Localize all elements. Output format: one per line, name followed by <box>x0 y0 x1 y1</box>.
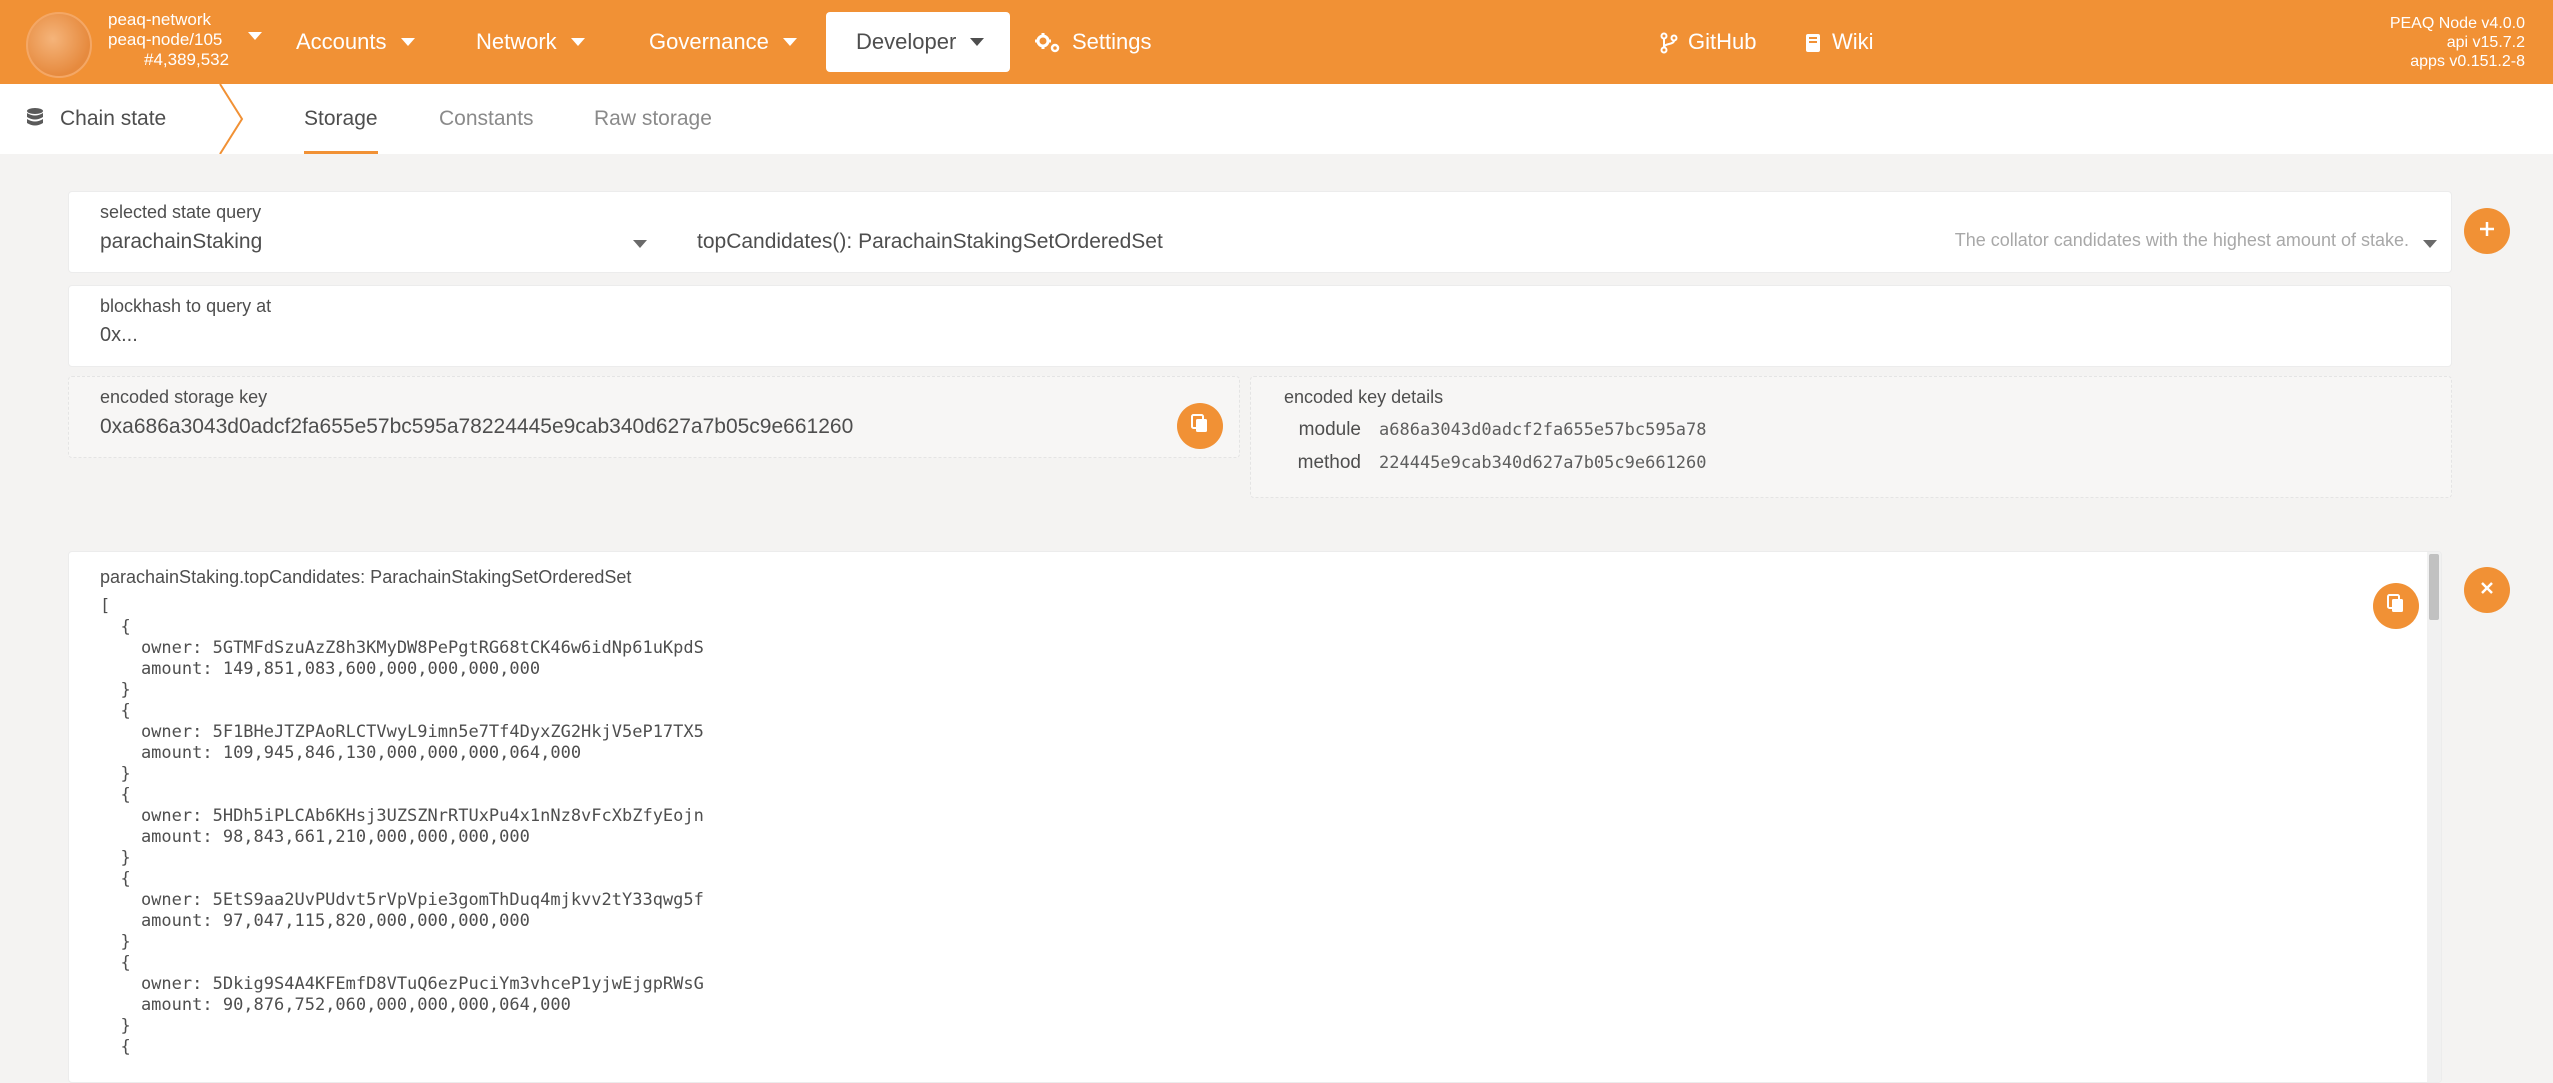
amount-value: 149,851,083,600,000,000,000,000 <box>222 659 541 679</box>
block-number: #4,389,532 <box>144 50 230 69</box>
nav-developer[interactable]: Developer <box>826 12 1011 72</box>
chevron-down-icon <box>400 38 415 47</box>
amount-value: 97,047,115,820,000,000,000,000 <box>222 911 530 931</box>
chain-name: peaq-network <box>108 10 212 29</box>
database-icon <box>27 108 43 126</box>
result-entry: { owner: 5GTMFdSzuAzZ8h3KMyDW8PePgtRG68t… <box>120 617 704 700</box>
code-branch-icon <box>1660 32 1678 54</box>
owner-value: 5F1BHeJTZPAoRLCTVwyL9imn5e7Tf4DyxZG2HkjV… <box>212 722 704 742</box>
tab-constants[interactable]: Constants <box>439 84 534 154</box>
copy-icon <box>2387 594 2403 613</box>
amount-value: 98,843,661,210,000,000,000,000 <box>222 827 530 847</box>
method-dropdown[interactable]: topCandidates(): ParachainStakingSetOrde… <box>697 230 1163 254</box>
module-label: module <box>1298 419 1361 440</box>
chevron-down-icon[interactable] <box>2423 240 2437 248</box>
book-icon <box>1806 34 1820 53</box>
nav-governance[interactable]: Governance <box>649 0 797 84</box>
close-icon <box>2481 582 2493 595</box>
method-value: 224445e9cab340d627a7b05c9e661260 <box>1379 453 1707 473</box>
encoded-key-details: encoded key details module a686a3043d0adc… <box>1250 376 2452 498</box>
result-title: parachainStaking.topCandidates: Parachai… <box>100 567 632 587</box>
module-value: a686a3043d0adcf2fa655e57bc595a78 <box>1379 420 1707 440</box>
copy-result-button[interactable] <box>2373 583 2419 629</box>
module-dropdown[interactable]: parachainStaking <box>100 230 262 254</box>
plus-icon <box>2480 222 2494 237</box>
copy-key-button[interactable] <box>1177 403 1223 449</box>
add-query-button[interactable] <box>2464 208 2510 254</box>
amount-value: 109,945,846,130,000,000,000,064,000 <box>222 743 582 763</box>
tab-storage[interactable]: Storage <box>304 84 378 154</box>
amount-value: 90,876,752,060,000,000,000,064,000 <box>222 995 571 1015</box>
encoded-storage-key: encoded storage key 0xa686a3043d0adcf2fa… <box>68 376 1240 458</box>
section-chain-state: Chain state <box>26 84 166 154</box>
chain-selector[interactable]: peaq-network peaq-node/105 #4,389,532 <box>108 10 262 70</box>
nav-developer-label: Developer <box>856 29 957 54</box>
chain-logo-icon[interactable] <box>26 12 92 78</box>
close-result-button[interactable] <box>2464 567 2510 613</box>
blockhash-field: blockhash to query at 0x... <box>68 285 2452 367</box>
chevron-down-icon <box>570 38 585 47</box>
nav-governance-label: Governance <box>649 29 769 54</box>
node-version-text: PEAQ Node v4.0.0 <box>2389 15 2525 32</box>
nav-accounts-label: Accounts <box>296 29 387 54</box>
state-query-label: selected state query <box>100 202 262 222</box>
result-entry: { owner: 5HDh5iPLCAb6KHsj3UZSZNrRTUxPu4x… <box>120 785 704 868</box>
nav-wiki-label: Wiki <box>1832 29 1874 54</box>
query-result: parachainStaking.topCandidates: Parachai… <box>68 551 2442 1083</box>
nav-settings-label: Settings <box>1072 29 1152 54</box>
nav-github-label: GitHub <box>1688 29 1757 54</box>
result-output: [ { owner: 5GTMFdSzuAzZ8h3KMyDW8PePgtRG6… <box>100 596 704 1057</box>
nav-network[interactable]: Network <box>476 0 585 84</box>
key-details-module: module a686a3043d0adcf2fa655e57bc595a78 <box>1251 419 1707 441</box>
blockhash-input[interactable]: 0x... <box>100 324 138 347</box>
state-query-selector: selected state query parachainStaking to… <box>68 191 2452 273</box>
owner-value: 5EtS9aa2UvPUdvt5rVpVpie3gomThDuq4mjkvv2t… <box>212 890 704 910</box>
chevron-down-icon[interactable] <box>633 240 647 248</box>
section-title: Chain state <box>60 107 167 130</box>
copy-icon <box>1191 414 1207 433</box>
gears-icon <box>1035 33 1060 53</box>
result-entry: { owner: 5Dkig9S4A4KFEmfD8VTuQ6ezPuciYm3… <box>120 953 704 1036</box>
owner-value: 5Dkig9S4A4KFEmfD8VTuQ6ezPuciYm3vhceP1yjw… <box>212 974 704 994</box>
nav-accounts[interactable]: Accounts <box>296 0 415 84</box>
method-description: The collator candidates with the highest… <box>1954 230 2409 250</box>
encoded-key-label: encoded storage key <box>100 387 268 407</box>
breadcrumb-chevron-icon <box>219 84 244 154</box>
chevron-down-icon <box>782 38 797 47</box>
result-entry: { owner: 5EtS9aa2UvPUdvt5rVpVpie3gomThDu… <box>120 869 704 952</box>
top-navbar: peaq-network peaq-node/105 #4,389,532 Ac… <box>0 0 2553 84</box>
result-scrollbar[interactable] <box>2427 552 2441 1082</box>
method-label: method <box>1297 452 1361 473</box>
key-details-method: method 224445e9cab340d627a7b05c9e661260 <box>1251 452 1707 474</box>
owner-value: 5HDh5iPLCAb6KHsj3UZSZNrRTUxPu4x1nNz8vFcX… <box>212 806 704 826</box>
open-bracket: [ <box>100 596 111 616</box>
version-info: PEAQ Node v4.0.0 api v15.7.2 apps v0.151… <box>2390 14 2525 71</box>
blockhash-label: blockhash to query at <box>100 296 272 316</box>
nav-network-label: Network <box>476 29 557 54</box>
result-entry: { owner: 5F1BHeJTZPAoRLCTVwyL9imn5e7Tf4D… <box>120 701 704 784</box>
node-version: peaq-node/105 <box>108 30 223 49</box>
chevron-down-icon <box>970 38 985 47</box>
sub-navbar: Chain state Storage Constants Raw storag… <box>0 84 2553 154</box>
tab-raw-storage[interactable]: Raw storage <box>594 84 712 154</box>
chevron-down-icon <box>248 32 262 40</box>
nav-wiki[interactable]: Wiki <box>1804 0 1874 84</box>
encoded-key-value: 0xa686a3043d0adcf2fa655e57bc595a78224445… <box>100 415 854 438</box>
scrollbar-thumb[interactable] <box>2429 554 2439 620</box>
api-version-text: api v15.7.2 <box>2446 34 2525 51</box>
nav-github[interactable]: GitHub <box>1660 0 1756 84</box>
owner-value: 5GTMFdSzuAzZ8h3KMyDW8PePgtRG68tCK46w6idN… <box>212 638 704 658</box>
key-details-label: encoded key details <box>1284 387 1444 407</box>
nav-settings[interactable]: Settings <box>1034 0 1152 84</box>
apps-version-text: apps v0.151.2-8 <box>2410 53 2525 70</box>
